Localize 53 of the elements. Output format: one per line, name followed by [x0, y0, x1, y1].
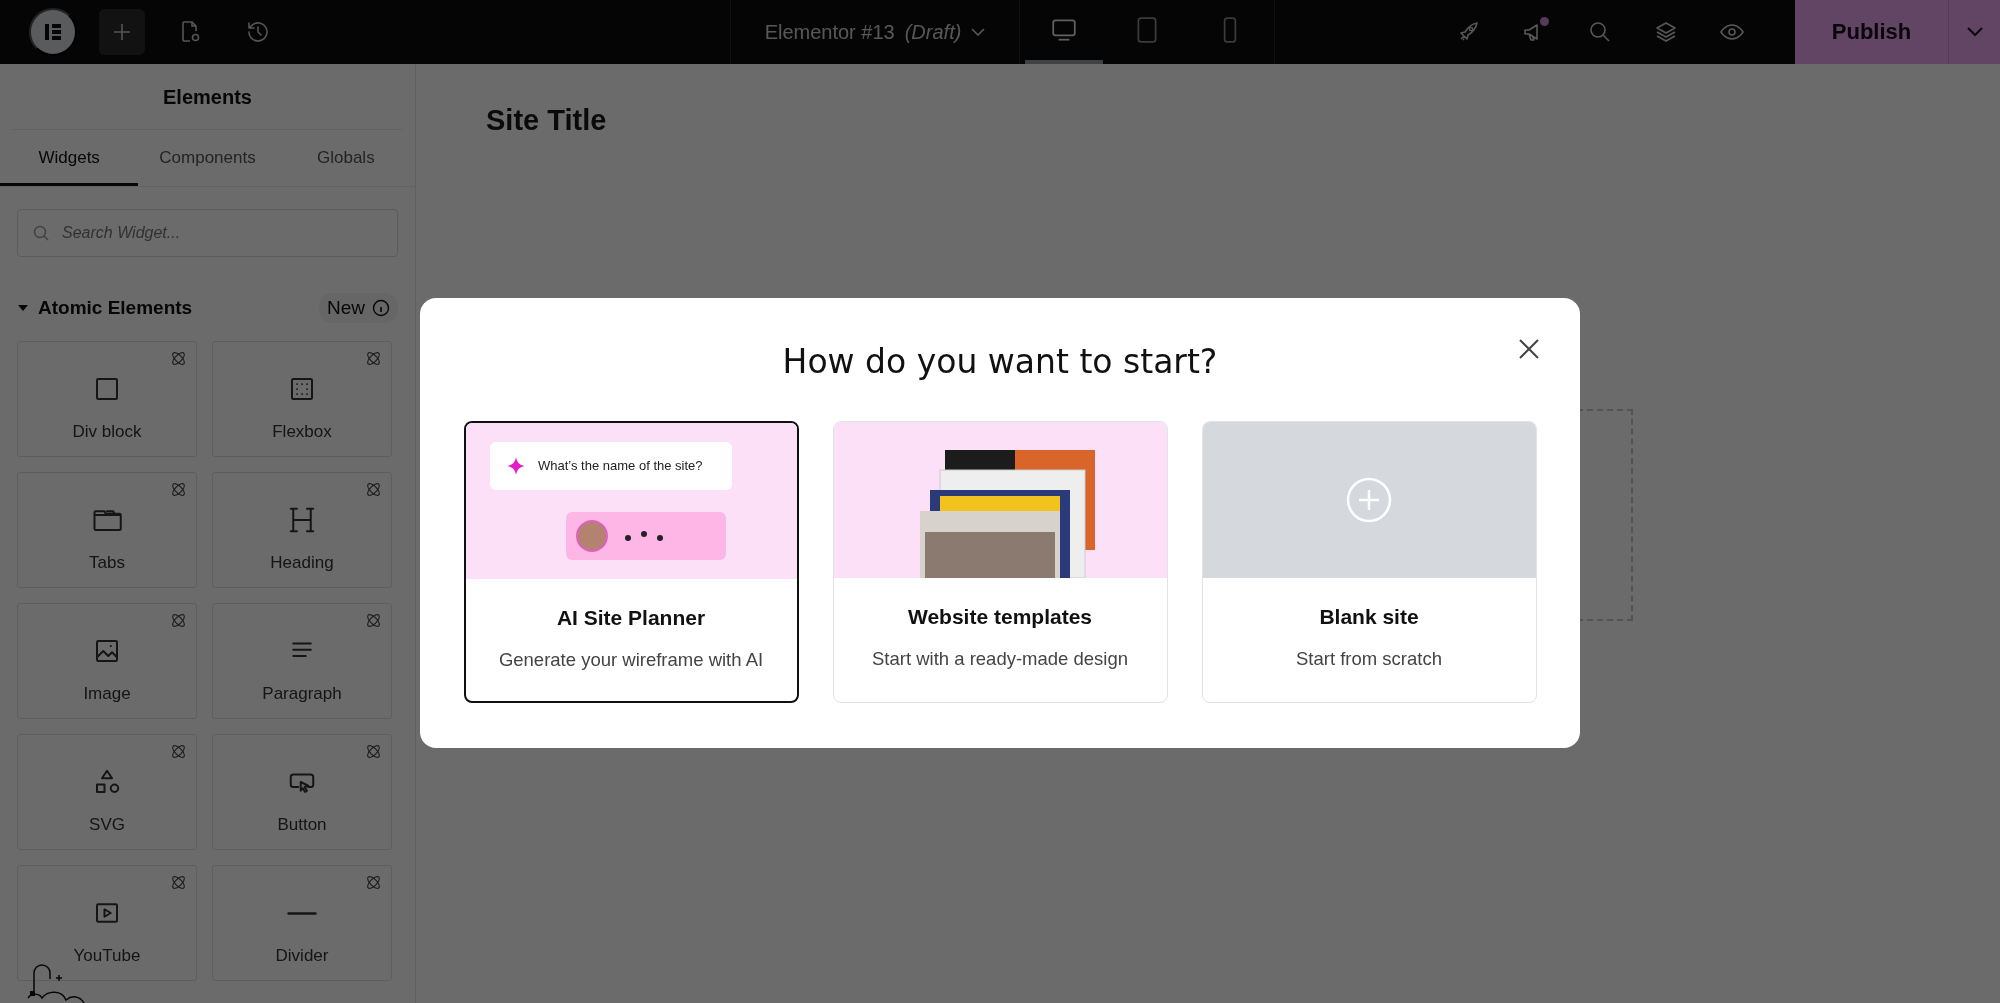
widget-tile[interactable]: SVG [17, 734, 197, 850]
search-icon [32, 224, 50, 242]
option-description: Start from scratch [1296, 647, 1442, 670]
widget-tile[interactable]: Tabs [17, 472, 197, 588]
widget-tile[interactable]: Image [17, 603, 197, 719]
site-title: Site Title [486, 104, 608, 137]
option-description: Start with a ready-made design [871, 647, 1128, 670]
widget-tile[interactable]: YouTube [17, 865, 197, 981]
chat-prompt: What’s the name of the site? [538, 458, 703, 473]
atom-icon [170, 743, 187, 760]
option-title: Blank site [1319, 604, 1419, 629]
heading-icon [287, 505, 317, 535]
panel-title: Elements [12, 64, 403, 130]
category-header[interactable]: Atomic Elements [18, 297, 193, 319]
widget-tile[interactable]: Div block [17, 341, 197, 457]
panel-tab[interactable]: Components [138, 130, 277, 186]
info-icon [372, 299, 390, 317]
start-option-card[interactable]: Website templates Start with a ready-made design [832, 420, 1168, 703]
option-title: Website templates [908, 604, 1092, 629]
plus-circle-icon [1345, 475, 1393, 524]
widget-tile[interactable]: Paragraph [212, 603, 392, 719]
option-title: AI Site Planner [556, 605, 706, 630]
widget-tile[interactable]: Divider [212, 865, 392, 981]
atom-icon [170, 874, 187, 891]
lock-cloud-drawing [26, 963, 86, 1003]
widget-tile[interactable]: Button [212, 734, 392, 850]
publish-button[interactable]: Publish [1795, 0, 1948, 64]
add-button[interactable] [99, 9, 145, 55]
atom-icon [365, 481, 382, 498]
atom-icon [170, 481, 187, 498]
search-field[interactable]: Search Widget... [17, 209, 398, 257]
panel-tab[interactable]: Widgets [0, 130, 139, 186]
chevron-down-icon [1966, 27, 1983, 37]
start-option-card[interactable]: Blank site Start from scratch [1201, 420, 1537, 703]
publish-options-button[interactable] [1948, 0, 2000, 64]
avatar-circle [576, 519, 608, 552]
widget-tile[interactable]: Heading [212, 472, 392, 588]
start-option-card[interactable]: What’s the name of the site? AI Site Planner Generate your wireframe with AI [463, 420, 799, 703]
dialog-title: How do you want to start? [782, 341, 1218, 381]
chevron-down-icon [971, 28, 986, 36]
atom-icon [365, 874, 382, 891]
elementor-logo-icon[interactable] [29, 8, 77, 56]
atom-icon [365, 743, 382, 760]
widget-tile[interactable]: Flexbox [212, 341, 392, 457]
new-badge[interactable]: New [319, 293, 398, 323]
atom-icon [365, 350, 382, 367]
atom-icon [170, 612, 187, 629]
panel-tab[interactable]: Globals [276, 130, 415, 186]
atom-icon [365, 612, 382, 629]
divider-icon [287, 911, 317, 915]
atom-icon [170, 350, 187, 367]
caret-icon [18, 304, 28, 312]
option-description: Generate your wireframe with AI [498, 648, 764, 671]
